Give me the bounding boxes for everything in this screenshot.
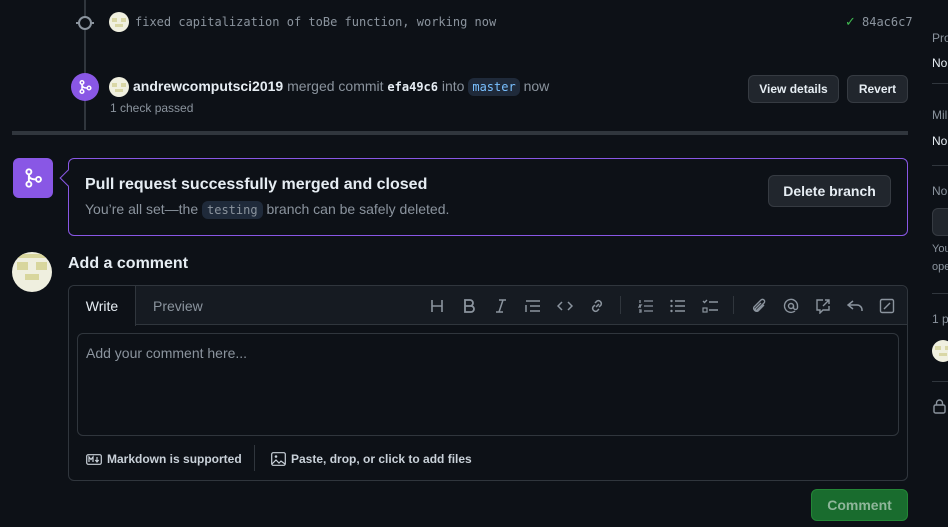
attach-note: Paste, drop, or click to add files bbox=[291, 452, 472, 466]
merger-username[interactable]: andrewcomputsci2019 bbox=[133, 78, 283, 94]
link-icon[interactable] bbox=[587, 296, 607, 316]
checks-status[interactable]: 1 check passed bbox=[110, 101, 193, 115]
commit-author-avatar[interactable] bbox=[109, 12, 129, 32]
sidebar-divider bbox=[932, 83, 948, 84]
commit-message[interactable]: fixed capitalization of toBe function, w… bbox=[135, 15, 496, 29]
base-branch-label[interactable]: master bbox=[468, 78, 520, 96]
sidebar-divider bbox=[932, 165, 948, 166]
commit-sha-link[interactable]: 84ac6c7 bbox=[862, 15, 913, 29]
reply-icon[interactable] bbox=[845, 296, 865, 316]
revert-button[interactable]: Revert bbox=[847, 75, 908, 103]
subscribe-button[interactable] bbox=[932, 208, 948, 236]
sidebar-notif-text-1: You bbox=[932, 243, 948, 255]
bold-icon[interactable] bbox=[459, 296, 479, 316]
timeline-divider bbox=[12, 131, 908, 135]
participant-avatar[interactable] bbox=[932, 340, 948, 362]
lock-icon[interactable] bbox=[933, 399, 946, 417]
current-user-avatar[interactable] bbox=[12, 252, 52, 292]
sidebar-notif-text-2: ope bbox=[932, 261, 948, 273]
view-details-button[interactable]: View details bbox=[748, 75, 839, 103]
merge-status-text-before: You’re all set—the bbox=[85, 201, 199, 217]
unordered-list-icon[interactable] bbox=[668, 296, 688, 316]
check-icon: ✓ bbox=[845, 14, 856, 29]
italic-icon[interactable] bbox=[491, 296, 511, 316]
sidebar-projects-heading[interactable]: Pro bbox=[932, 31, 948, 45]
comment-textarea[interactable] bbox=[77, 333, 899, 436]
mention-icon[interactable] bbox=[781, 296, 801, 316]
merge-commit-link[interactable]: efa49c6 bbox=[387, 80, 438, 94]
code-icon[interactable] bbox=[555, 296, 575, 316]
footer-divider bbox=[254, 445, 255, 471]
merger-avatar[interactable] bbox=[109, 77, 129, 97]
git-commit-icon bbox=[78, 16, 92, 30]
ordered-list-icon[interactable] bbox=[636, 296, 656, 316]
merge-into: into bbox=[441, 78, 465, 94]
delete-branch-button[interactable]: Delete branch bbox=[768, 175, 891, 207]
comment-submit-button[interactable]: Comment bbox=[811, 489, 908, 521]
paperclip-icon[interactable] bbox=[749, 296, 769, 316]
add-comment-heading: Add a comment bbox=[68, 255, 189, 272]
sidebar-divider bbox=[932, 293, 948, 294]
merge-event-text: andrewcomputsci2019 merged commit efa49c… bbox=[133, 78, 550, 96]
git-merge-icon bbox=[71, 73, 99, 101]
task-list-icon[interactable] bbox=[700, 296, 720, 316]
sidebar-milestone-heading[interactable]: Mil bbox=[932, 108, 947, 122]
attach-files-button[interactable]: Paste, drop, or click to add files bbox=[271, 452, 472, 466]
sidebar-participants-heading: 1 p bbox=[932, 312, 948, 326]
merge-status-title: Pull request successfully merged and clo… bbox=[85, 176, 428, 193]
cross-reference-icon[interactable] bbox=[813, 296, 833, 316]
sidebar-projects-value: No bbox=[932, 56, 948, 70]
tab-write[interactable]: Write bbox=[69, 286, 136, 326]
merge-action: merged commit bbox=[287, 78, 384, 94]
sidebar-divider bbox=[932, 381, 948, 382]
merge-status-text-after: branch can be safely deleted. bbox=[266, 201, 450, 217]
git-merge-icon bbox=[13, 158, 53, 198]
merge-status-subtitle: You’re all set—the testing branch can be… bbox=[85, 201, 450, 219]
markdown-support-link[interactable]: Markdown is supported bbox=[86, 452, 242, 466]
heading-icon[interactable] bbox=[427, 296, 447, 316]
tab-preview[interactable]: Preview bbox=[153, 298, 203, 314]
sidebar-notifications-heading: No bbox=[932, 184, 948, 198]
markdown-note: Markdown is supported bbox=[107, 452, 242, 466]
editor-toolbar: Write Preview bbox=[69, 286, 907, 326]
quote-icon[interactable] bbox=[523, 296, 543, 316]
head-branch-label[interactable]: testing bbox=[202, 201, 263, 219]
fullscreen-icon[interactable] bbox=[877, 296, 897, 316]
sidebar-milestone-value: No bbox=[932, 134, 948, 148]
markdown-icon bbox=[86, 453, 102, 465]
image-icon bbox=[271, 452, 286, 466]
merge-time[interactable]: now bbox=[524, 78, 550, 94]
comment-editor: Write Preview Markdown is supported Past… bbox=[68, 285, 908, 481]
